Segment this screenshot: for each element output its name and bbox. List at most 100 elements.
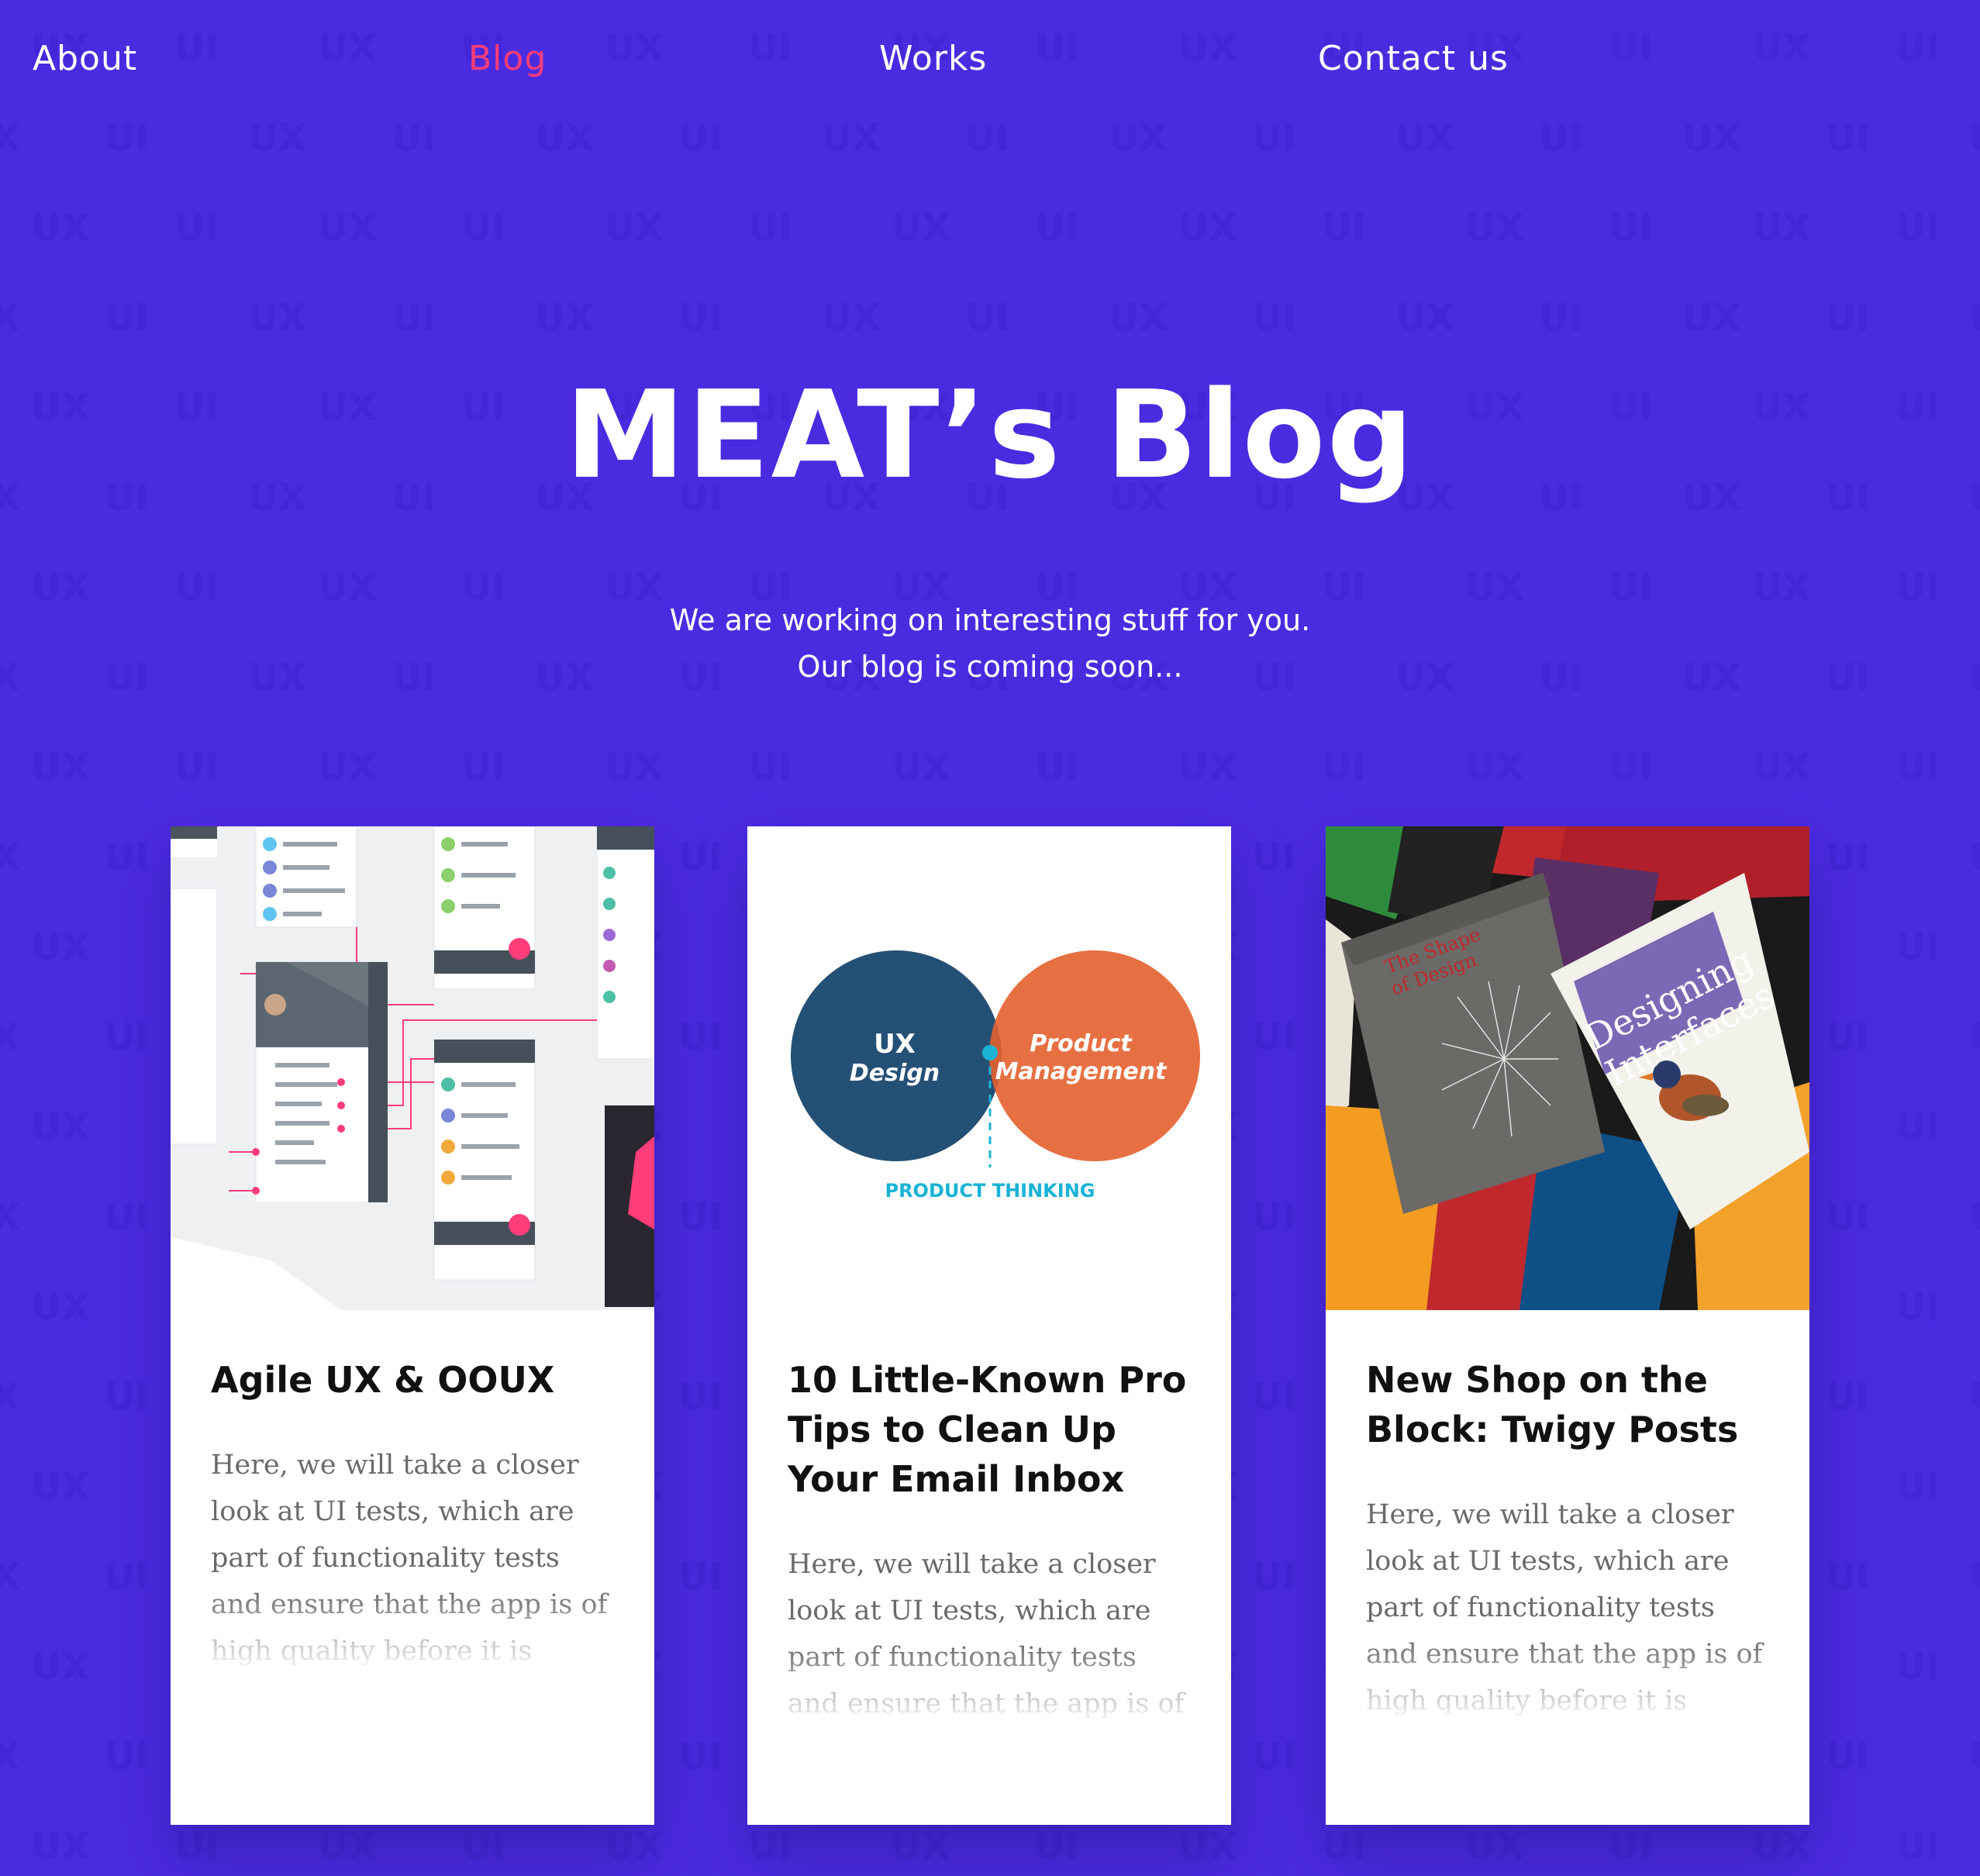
pattern-word: UI bbox=[461, 206, 505, 250]
pattern-word: UI bbox=[1252, 1555, 1296, 1598]
pattern-word: UI bbox=[678, 1555, 723, 1598]
card-title[interactable]: Agile UX & OOUX bbox=[211, 1355, 614, 1405]
pattern-word: UI bbox=[105, 1735, 149, 1778]
pattern-word: UX bbox=[1682, 116, 1741, 160]
pattern-word: UX bbox=[1395, 296, 1454, 340]
blog-card-email-tips[interactable]: UX Design Product Management PRODUCT THI… bbox=[747, 826, 1231, 1825]
pattern-word: UI bbox=[174, 1825, 219, 1868]
pattern-word: UX bbox=[1969, 1375, 1980, 1419]
pattern-word: UX bbox=[1109, 116, 1168, 160]
pattern-word: UI bbox=[1035, 1825, 1079, 1868]
pattern-word: UX bbox=[1752, 746, 1811, 789]
pattern-word: UI bbox=[678, 116, 723, 160]
pattern-word: UX bbox=[892, 1825, 950, 1868]
card-excerpt: Here, we will take a closer look at UI t… bbox=[788, 1541, 1191, 1727]
pattern-word: UX bbox=[248, 116, 307, 160]
venn-right-label-2: Management bbox=[995, 1058, 1168, 1085]
pattern-word: UI bbox=[1322, 206, 1366, 250]
pattern-word: UX bbox=[535, 296, 594, 340]
pattern-word: UX bbox=[605, 746, 664, 789]
pattern-word: UI bbox=[1252, 1016, 1296, 1059]
card-title[interactable]: 10 Little-Known Pro Tips to Clean Up You… bbox=[788, 1355, 1191, 1504]
pattern-word: UX bbox=[31, 926, 90, 969]
pattern-word: UX bbox=[31, 1825, 90, 1868]
pattern-word: UI bbox=[678, 1375, 723, 1419]
pattern-word: UX bbox=[1178, 206, 1237, 250]
nav-works[interactable]: Works bbox=[879, 39, 987, 78]
pattern-word: UI bbox=[1035, 206, 1079, 250]
books-photo: The Shape of Design Designing Interfaces bbox=[1326, 826, 1809, 1310]
pattern-word: UX bbox=[1752, 206, 1811, 250]
venn-right-label-1: Product bbox=[1030, 1030, 1133, 1057]
pattern-word: UI bbox=[1609, 1825, 1653, 1868]
pattern-word: UI bbox=[1826, 1555, 1870, 1598]
nav-contact[interactable]: Contact us bbox=[1318, 39, 1509, 78]
main-nav: About Blog Works Contact us bbox=[0, 39, 1980, 93]
card-title[interactable]: New Shop on the Block: Twigy Posts bbox=[1366, 1355, 1769, 1454]
pattern-word: UX bbox=[1682, 296, 1741, 340]
nav-blog[interactable]: Blog bbox=[468, 39, 547, 78]
pattern-word: UI bbox=[461, 746, 505, 789]
pattern-word: UX bbox=[605, 1825, 664, 1868]
blog-card-twigy-posts[interactable]: The Shape of Design Designing Interfaces… bbox=[1326, 826, 1809, 1825]
pattern-word: UX bbox=[1178, 1825, 1237, 1868]
pattern-word: UI bbox=[1826, 296, 1870, 340]
pattern-word: UX bbox=[0, 296, 20, 340]
pattern-word: UI bbox=[1826, 1016, 1870, 1059]
pattern-word: UX bbox=[1178, 746, 1237, 789]
pattern-word: UI bbox=[1322, 746, 1366, 789]
pattern-word: UI bbox=[1826, 1195, 1870, 1239]
pattern-word: UX bbox=[31, 1285, 90, 1329]
pattern-word: UI bbox=[678, 836, 723, 879]
pattern-word: UX bbox=[318, 1825, 377, 1868]
pattern-word: UI bbox=[1826, 836, 1870, 879]
pattern-word: UX bbox=[31, 1465, 90, 1509]
pattern-word: UX bbox=[1969, 1555, 1980, 1598]
nav-about[interactable]: About bbox=[33, 39, 137, 78]
pattern-word: UI bbox=[678, 1016, 723, 1059]
pattern-word: UI bbox=[1895, 1465, 1940, 1509]
pattern-word: UI bbox=[748, 206, 792, 250]
pattern-word: UI bbox=[965, 116, 1009, 160]
pattern-word: UI bbox=[1252, 836, 1296, 879]
subtitle-line-1: We are working on interesting stuff for … bbox=[669, 603, 1311, 637]
pattern-word: UX bbox=[31, 1645, 90, 1688]
pattern-word: UX bbox=[535, 116, 594, 160]
pattern-word: UX bbox=[822, 116, 881, 160]
pattern-word: UX bbox=[318, 746, 377, 789]
pattern-word: UI bbox=[1895, 746, 1940, 789]
pattern-word: UX bbox=[822, 296, 881, 340]
pattern-word: UI bbox=[105, 836, 149, 879]
pattern-word: UX bbox=[1109, 296, 1168, 340]
pattern-word: UX bbox=[1969, 1016, 1980, 1059]
pattern-word: UX bbox=[318, 206, 377, 250]
pattern-word: UX bbox=[0, 116, 20, 160]
pattern-word: UI bbox=[1895, 926, 1940, 969]
pattern-word: UX bbox=[1969, 116, 1980, 160]
pattern-word: UI bbox=[105, 116, 149, 160]
pattern-word: UX bbox=[1752, 1825, 1811, 1868]
pattern-word: UI bbox=[1252, 1195, 1296, 1239]
pattern-word: UX bbox=[1465, 1825, 1524, 1868]
pattern-word: UX bbox=[0, 1735, 20, 1778]
pattern-word: UI bbox=[1826, 1735, 1870, 1778]
pattern-word: UI bbox=[678, 1735, 723, 1778]
pattern-word: UI bbox=[105, 1375, 149, 1419]
pattern-word: UI bbox=[105, 1016, 149, 1059]
pattern-word: UX bbox=[31, 746, 90, 789]
page-subtitle: We are working on interesting stuff for … bbox=[0, 597, 1980, 690]
page-title: MEAT’s Blog bbox=[564, 364, 1416, 505]
pattern-word: UI bbox=[1252, 1735, 1296, 1778]
card-image-app-wireframes bbox=[171, 826, 654, 1310]
pattern-word: UI bbox=[174, 746, 219, 789]
pattern-word: UI bbox=[105, 1555, 149, 1598]
pattern-word: UX bbox=[1969, 296, 1980, 340]
pattern-word: UI bbox=[678, 296, 723, 340]
pattern-word: UI bbox=[1609, 206, 1653, 250]
pattern-word: UX bbox=[1465, 206, 1524, 250]
pattern-word: UI bbox=[1252, 296, 1296, 340]
pattern-word: UI bbox=[392, 296, 436, 340]
venn-caption: PRODUCT THINKING bbox=[885, 1180, 1095, 1202]
blog-card-agile-ux[interactable]: Agile UX & OOUX Here, we will take a clo… bbox=[171, 826, 654, 1825]
pattern-word: UI bbox=[1895, 1285, 1940, 1329]
